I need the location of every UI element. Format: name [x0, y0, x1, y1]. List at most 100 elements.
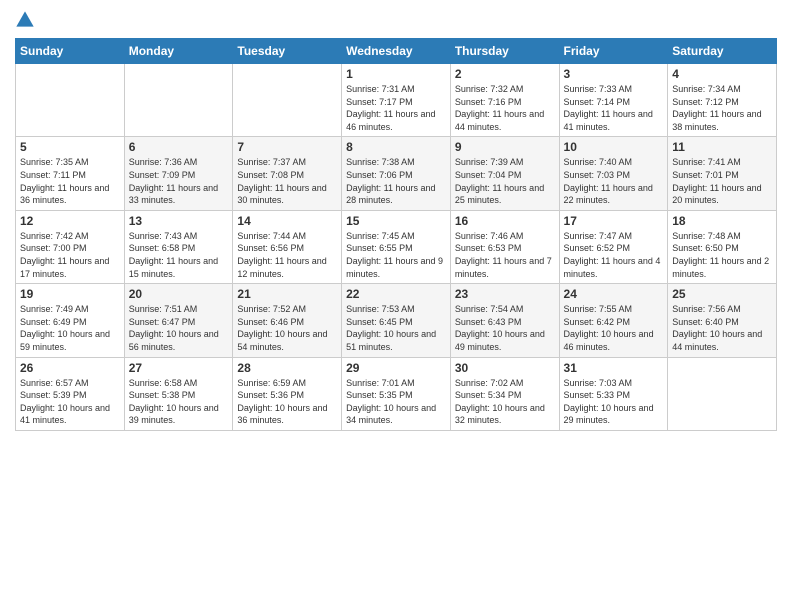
day-cell [16, 64, 125, 137]
day-number: 12 [20, 214, 120, 228]
day-info: Sunrise: 6:59 AM Sunset: 5:36 PM Dayligh… [237, 377, 337, 427]
day-cell: 15 Sunrise: 7:45 AM Sunset: 6:55 PM Dayli… [342, 210, 451, 283]
day-info: Sunrise: 7:51 AM Sunset: 6:47 PM Dayligh… [129, 303, 229, 353]
day-number: 23 [455, 287, 555, 301]
day-info: Sunrise: 7:54 AM Sunset: 6:43 PM Dayligh… [455, 303, 555, 353]
day-info: Sunrise: 7:43 AM Sunset: 6:58 PM Dayligh… [129, 230, 229, 280]
day-number: 24 [564, 287, 664, 301]
day-cell: 5 Sunrise: 7:35 AM Sunset: 7:11 PM Daylig… [16, 137, 125, 210]
day-number: 31 [564, 361, 664, 375]
day-number: 6 [129, 140, 229, 154]
day-number: 15 [346, 214, 446, 228]
day-cell: 2 Sunrise: 7:32 AM Sunset: 7:16 PM Daylig… [450, 64, 559, 137]
day-info: Sunrise: 7:45 AM Sunset: 6:55 PM Dayligh… [346, 230, 446, 280]
day-number: 19 [20, 287, 120, 301]
col-header-thursday: Thursday [450, 39, 559, 64]
day-number: 27 [129, 361, 229, 375]
day-cell: 29Sunrise: 7:01 AM Sunset: 5:35 PM Dayli… [342, 357, 451, 430]
week-row-2: 5 Sunrise: 7:35 AM Sunset: 7:11 PM Daylig… [16, 137, 777, 210]
week-row-3: 12Sunrise: 7:42 AM Sunset: 7:00 PM Dayli… [16, 210, 777, 283]
day-number: 4 [672, 67, 772, 81]
day-info: Sunrise: 7:46 AM Sunset: 6:53 PM Dayligh… [455, 230, 555, 280]
day-cell: 22Sunrise: 7:53 AM Sunset: 6:45 PM Dayli… [342, 284, 451, 357]
day-info: Sunrise: 7:31 AM Sunset: 7:17 PM Dayligh… [346, 83, 446, 133]
day-number: 17 [564, 214, 664, 228]
day-cell: 8Sunrise: 7:38 AM Sunset: 7:06 PM Daylig… [342, 137, 451, 210]
day-info: Sunrise: 7:48 AM Sunset: 6:50 PM Dayligh… [672, 230, 772, 280]
day-number: 5 [20, 140, 120, 154]
day-info: Sunrise: 7:40 AM Sunset: 7:03 PM Dayligh… [564, 156, 664, 206]
day-info: Sunrise: 7:44 AM Sunset: 6:56 PM Dayligh… [237, 230, 337, 280]
day-info: Sunrise: 7:36 AM Sunset: 7:09 PM Dayligh… [129, 156, 229, 206]
day-cell: 7 Sunrise: 7:37 AM Sunset: 7:08 PM Daylig… [233, 137, 342, 210]
day-cell: 27 Sunrise: 6:58 AM Sunset: 5:38 PM Dayli… [124, 357, 233, 430]
day-info: Sunrise: 7:35 AM Sunset: 7:11 PM Dayligh… [20, 156, 120, 206]
day-number: 18 [672, 214, 772, 228]
day-info: Sunrise: 7:37 AM Sunset: 7:08 PM Dayligh… [237, 156, 337, 206]
calendar: SundayMondayTuesdayWednesdayThursdayFrid… [15, 38, 777, 431]
day-cell: 19 Sunrise: 7:49 AM Sunset: 6:49 PM Dayli… [16, 284, 125, 357]
logo-icon [15, 10, 35, 30]
day-cell: 10Sunrise: 7:40 AM Sunset: 7:03 PM Dayli… [559, 137, 668, 210]
col-header-sunday: Sunday [16, 39, 125, 64]
day-cell: 6 Sunrise: 7:36 AM Sunset: 7:09 PM Daylig… [124, 137, 233, 210]
col-header-wednesday: Wednesday [342, 39, 451, 64]
day-cell: 31 Sunrise: 7:03 AM Sunset: 5:33 PM Dayli… [559, 357, 668, 430]
day-number: 21 [237, 287, 337, 301]
day-number: 9 [455, 140, 555, 154]
day-info: Sunrise: 7:49 AM Sunset: 6:49 PM Dayligh… [20, 303, 120, 353]
day-info: Sunrise: 7:32 AM Sunset: 7:16 PM Dayligh… [455, 83, 555, 133]
day-info: Sunrise: 7:41 AM Sunset: 7:01 PM Dayligh… [672, 156, 772, 206]
day-number: 30 [455, 361, 555, 375]
logo [15, 10, 39, 30]
day-cell: 9Sunrise: 7:39 AM Sunset: 7:04 PM Daylig… [450, 137, 559, 210]
day-cell: 4Sunrise: 7:34 AM Sunset: 7:12 PM Daylig… [668, 64, 777, 137]
day-info: Sunrise: 7:03 AM Sunset: 5:33 PM Dayligh… [564, 377, 664, 427]
day-number: 20 [129, 287, 229, 301]
day-cell: 26 Sunrise: 6:57 AM Sunset: 5:39 PM Dayli… [16, 357, 125, 430]
day-number: 7 [237, 140, 337, 154]
day-number: 11 [672, 140, 772, 154]
header [15, 10, 777, 30]
day-number: 26 [20, 361, 120, 375]
col-header-friday: Friday [559, 39, 668, 64]
day-info: Sunrise: 7:33 AM Sunset: 7:14 PM Dayligh… [564, 83, 664, 133]
day-cell [124, 64, 233, 137]
day-cell: 28 Sunrise: 6:59 AM Sunset: 5:36 PM Dayli… [233, 357, 342, 430]
day-number: 25 [672, 287, 772, 301]
week-row-1: 1 Sunrise: 7:31 AM Sunset: 7:17 PM Daylig… [16, 64, 777, 137]
day-info: Sunrise: 7:56 AM Sunset: 6:40 PM Dayligh… [672, 303, 772, 353]
day-info: Sunrise: 7:47 AM Sunset: 6:52 PM Dayligh… [564, 230, 664, 280]
day-number: 29 [346, 361, 446, 375]
day-number: 1 [346, 67, 446, 81]
day-cell [668, 357, 777, 430]
day-cell: 12Sunrise: 7:42 AM Sunset: 7:00 PM Dayli… [16, 210, 125, 283]
day-cell: 25 Sunrise: 7:56 AM Sunset: 6:40 PM Dayli… [668, 284, 777, 357]
day-cell: 3 Sunrise: 7:33 AM Sunset: 7:14 PM Daylig… [559, 64, 668, 137]
day-cell: 30Sunrise: 7:02 AM Sunset: 5:34 PM Dayli… [450, 357, 559, 430]
day-cell [233, 64, 342, 137]
week-row-5: 26 Sunrise: 6:57 AM Sunset: 5:39 PM Dayli… [16, 357, 777, 430]
day-info: Sunrise: 6:57 AM Sunset: 5:39 PM Dayligh… [20, 377, 120, 427]
day-cell: 21 Sunrise: 7:52 AM Sunset: 6:46 PM Dayli… [233, 284, 342, 357]
day-number: 28 [237, 361, 337, 375]
day-number: 22 [346, 287, 446, 301]
week-row-4: 19 Sunrise: 7:49 AM Sunset: 6:49 PM Dayli… [16, 284, 777, 357]
day-cell: 20 Sunrise: 7:51 AM Sunset: 6:47 PM Dayli… [124, 284, 233, 357]
day-cell: 16 Sunrise: 7:46 AM Sunset: 6:53 PM Dayli… [450, 210, 559, 283]
day-number: 16 [455, 214, 555, 228]
day-info: Sunrise: 7:55 AM Sunset: 6:42 PM Dayligh… [564, 303, 664, 353]
col-header-monday: Monday [124, 39, 233, 64]
col-header-tuesday: Tuesday [233, 39, 342, 64]
col-header-saturday: Saturday [668, 39, 777, 64]
day-number: 3 [564, 67, 664, 81]
day-info: Sunrise: 7:52 AM Sunset: 6:46 PM Dayligh… [237, 303, 337, 353]
page: SundayMondayTuesdayWednesdayThursdayFrid… [0, 0, 792, 612]
day-info: Sunrise: 6:58 AM Sunset: 5:38 PM Dayligh… [129, 377, 229, 427]
day-number: 8 [346, 140, 446, 154]
day-number: 2 [455, 67, 555, 81]
day-cell: 13 Sunrise: 7:43 AM Sunset: 6:58 PM Dayli… [124, 210, 233, 283]
header-row: SundayMondayTuesdayWednesdayThursdayFrid… [16, 39, 777, 64]
day-number: 13 [129, 214, 229, 228]
day-number: 14 [237, 214, 337, 228]
